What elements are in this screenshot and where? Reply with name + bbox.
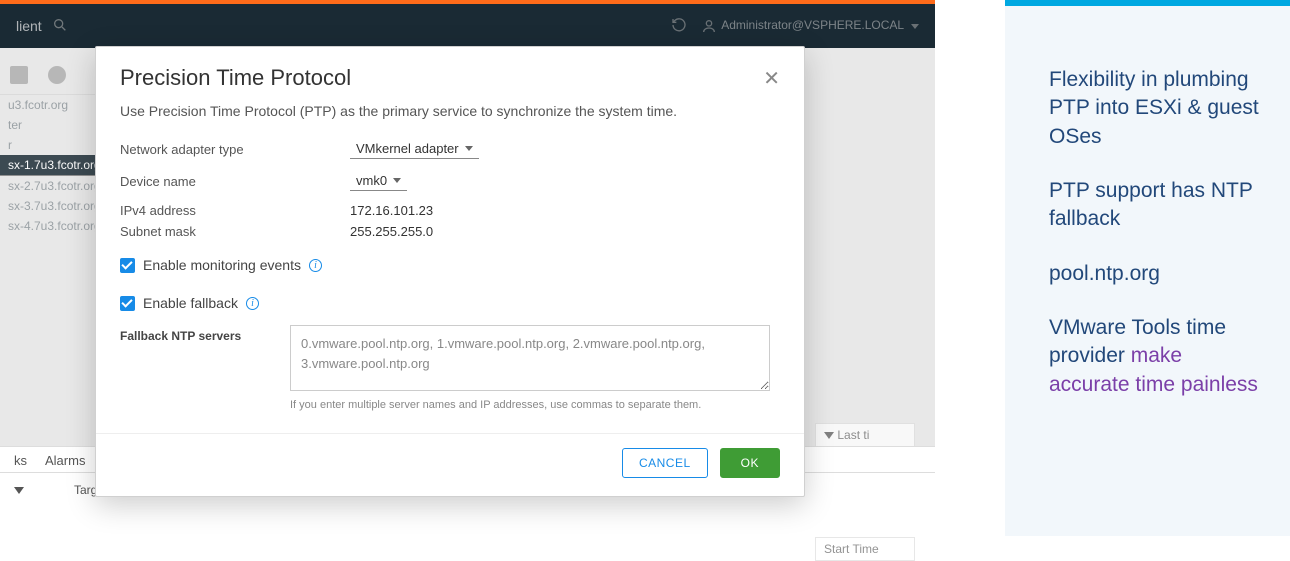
user-menu[interactable]: Administrator@VSPHERE.LOCAL: [701, 18, 919, 34]
tab-alarms[interactable]: Alarms: [45, 453, 85, 472]
ok-button[interactable]: OK: [720, 448, 780, 478]
enable-monitoring-label: Enable monitoring events: [143, 257, 301, 273]
nav-icon-1[interactable]: [10, 66, 28, 84]
filter-last[interactable]: Last ti: [815, 423, 915, 447]
network-adapter-label: Network adapter type: [120, 142, 350, 157]
subnet-label: Subnet mask: [120, 224, 350, 239]
network-adapter-select[interactable]: VMkernel adapter: [350, 139, 479, 159]
ipv4-value: 172.16.101.23: [350, 203, 433, 218]
info-text-2: PTP support has NTP fallback: [1049, 177, 1260, 234]
info-text-1: Flexibility in plumbing PTP into ESXi & …: [1049, 66, 1260, 151]
ptp-modal: Precision Time Protocol ✕ Use Precision …: [95, 46, 805, 497]
chevron-down-icon: [393, 178, 401, 183]
info-text-3: pool.ntp.org: [1049, 260, 1260, 288]
modal-title: Precision Time Protocol: [120, 65, 351, 91]
modal-subtitle: Use Precision Time Protocol (PTP) as the…: [96, 99, 804, 133]
fallback-servers-input[interactable]: [290, 325, 770, 391]
start-time-col[interactable]: Start Time: [815, 537, 915, 561]
tab-tasks[interactable]: ks: [14, 453, 27, 472]
info-side-panel: Flexibility in plumbing PTP into ESXi & …: [1005, 0, 1290, 536]
cancel-button[interactable]: CANCEL: [622, 448, 708, 478]
sidebar-item-selected[interactable]: sx-1.7u3.fcotr.org: [0, 155, 109, 176]
search-icon[interactable]: [52, 17, 68, 36]
ipv4-label: IPv4 address: [120, 203, 350, 218]
enable-fallback-checkbox[interactable]: [120, 296, 135, 311]
info-text-4: VMware Tools time provider make accurate…: [1049, 314, 1260, 399]
top-navbar: lient Administrator@VSPHERE.LOCAL: [0, 0, 935, 48]
close-icon[interactable]: ✕: [763, 66, 780, 91]
enable-fallback-label: Enable fallback: [143, 295, 238, 311]
info-icon[interactable]: i: [246, 297, 259, 310]
brand-text: lient: [16, 18, 42, 34]
fallback-hint: If you enter multiple server names and I…: [120, 399, 780, 411]
fallback-servers-label: Fallback NTP servers: [120, 325, 290, 391]
device-name-select[interactable]: vmk0: [350, 171, 407, 191]
chevron-down-icon: [911, 24, 919, 29]
filter-icon: [824, 432, 834, 439]
filter-icon: [14, 487, 24, 494]
chevron-down-icon: [465, 146, 473, 151]
refresh-icon[interactable]: [671, 17, 687, 36]
info-icon[interactable]: i: [309, 259, 322, 272]
enable-monitoring-checkbox[interactable]: [120, 258, 135, 273]
nav-icon-2[interactable]: [48, 66, 66, 84]
device-name-label: Device name: [120, 174, 350, 189]
subnet-value: 255.255.255.0: [350, 224, 433, 239]
col-filter[interactable]: [14, 483, 24, 497]
